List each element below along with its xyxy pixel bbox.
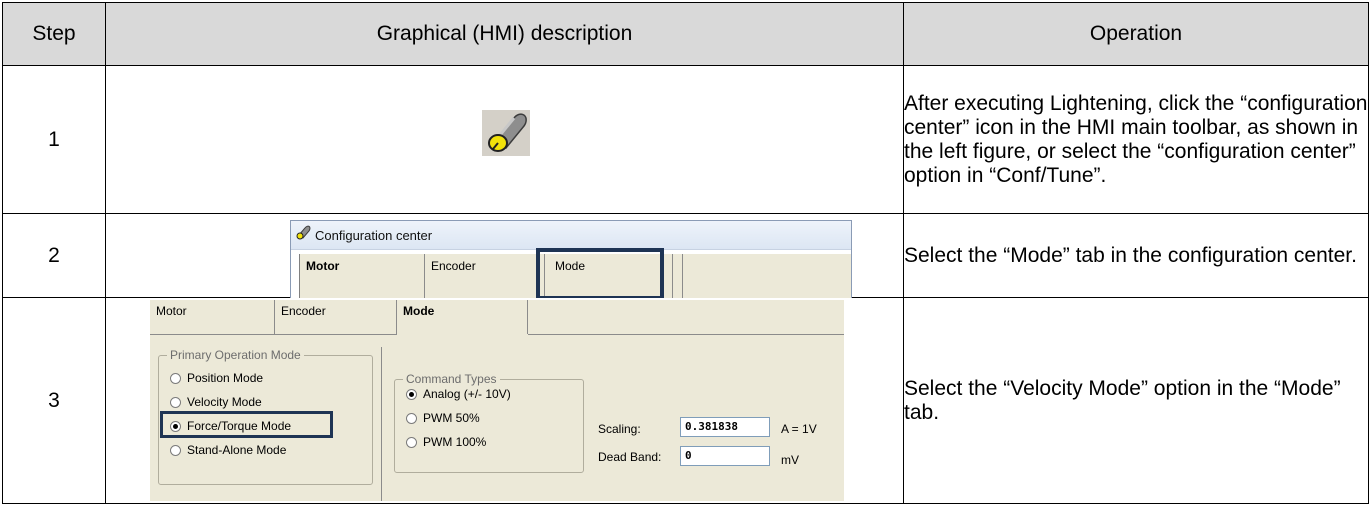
step2-graphic: Configuration center Motor Encoder Mode xyxy=(105,213,904,298)
window-titlebar: Configuration center xyxy=(291,221,851,250)
header-graphical: Graphical (HMI) description xyxy=(105,2,904,66)
tab-encoder[interactable]: Encoder xyxy=(425,254,545,298)
step3-graphic: Motor Encoder Mode Primary Operation Mod… xyxy=(105,297,904,504)
operation-text: Select the “Mode” tab in the configurati… xyxy=(903,213,1369,298)
scaling-unit: A = 1V xyxy=(781,422,817,436)
tab-encoder[interactable]: Encoder xyxy=(275,300,397,334)
scaling-field[interactable]: 0.381838 xyxy=(680,417,770,437)
radio-label: PWM 50% xyxy=(423,411,480,425)
radio-label: PWM 100% xyxy=(423,435,487,449)
highlight-box xyxy=(160,411,333,438)
radio-pwm-100[interactable]: PWM 100% xyxy=(406,435,486,449)
step-number: 1 xyxy=(2,65,106,214)
radio-button-icon[interactable] xyxy=(170,372,181,384)
scaling-label: Scaling: xyxy=(598,422,641,436)
radio-button-icon[interactable] xyxy=(170,396,181,408)
configuration-center-icon xyxy=(295,225,311,246)
deadband-label: Dead Band: xyxy=(598,450,662,464)
tab-mode[interactable]: Mode xyxy=(397,300,528,334)
step-number: 3 xyxy=(2,297,106,504)
radio-analog[interactable]: Analog (+/- 10V) xyxy=(406,387,511,401)
tab-divider xyxy=(528,334,844,335)
section-divider xyxy=(381,347,382,501)
radio-label: Stand-Alone Mode xyxy=(187,443,287,457)
radio-label: Velocity Mode xyxy=(187,395,262,409)
table-row: 3 Motor Encoder Mode Primary Operation M… xyxy=(2,297,1369,504)
tab-spacer xyxy=(673,254,683,298)
radio-position-mode[interactable]: Position Mode xyxy=(170,371,263,385)
step1-graphic xyxy=(105,65,904,214)
highlight-box xyxy=(536,248,664,298)
radio-pwm-50[interactable]: PWM 50% xyxy=(406,411,480,425)
header-step: Step xyxy=(2,2,106,66)
step-number: 2 xyxy=(2,213,106,298)
tab-motor[interactable]: Motor xyxy=(300,254,425,298)
radio-button-icon[interactable] xyxy=(170,444,181,456)
configuration-center-window: Configuration center Motor Encoder Mode xyxy=(290,220,852,298)
window-title: Configuration center xyxy=(315,227,433,243)
tab-motor[interactable]: Motor xyxy=(150,300,275,334)
operation-text: After executing Lightening, click the “c… xyxy=(903,65,1369,214)
operation-text: Select the “Velocity Mode” option in the… xyxy=(903,297,1369,504)
group-title: Primary Operation Mode xyxy=(167,348,304,362)
table-row: 1 After executing Lightening, click the … xyxy=(2,65,1369,214)
tab-divider xyxy=(150,334,397,335)
radio-button-icon[interactable] xyxy=(406,388,417,400)
radio-button-icon[interactable] xyxy=(406,412,417,424)
group-title: Command Types xyxy=(403,372,500,386)
radio-label: Analog (+/- 10V) xyxy=(423,387,511,401)
radio-label: Position Mode xyxy=(187,371,264,385)
header-operation: Operation xyxy=(903,2,1369,66)
radio-velocity-mode[interactable]: Velocity Mode xyxy=(170,395,262,409)
mode-settings-panel: Motor Encoder Mode Primary Operation Mod… xyxy=(150,300,844,501)
configuration-center-icon[interactable] xyxy=(482,110,530,156)
table-row: 2 Configuration center Motor Encoder Mod… xyxy=(2,213,1369,298)
instruction-table: Step Graphical (HMI) description Operati… xyxy=(2,2,1369,504)
radio-button-icon[interactable] xyxy=(406,436,417,448)
deadband-unit: mV xyxy=(781,453,799,467)
radio-stand-alone-mode[interactable]: Stand-Alone Mode xyxy=(170,443,286,457)
deadband-field[interactable]: 0 xyxy=(680,446,770,466)
